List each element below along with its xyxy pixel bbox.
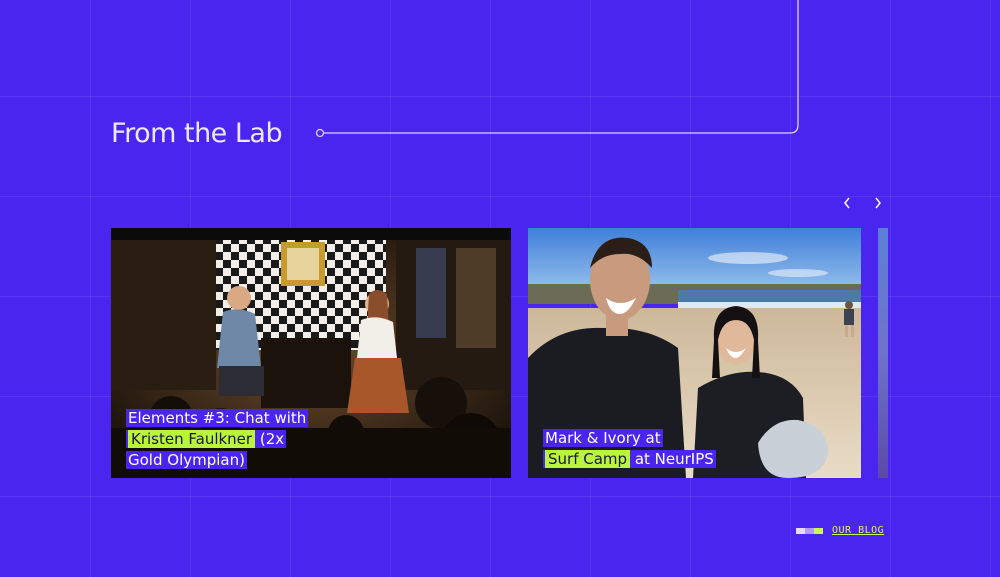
- our-blog-link[interactable]: OUR BLOG: [796, 525, 884, 536]
- our-blog-label: OUR BLOG: [832, 525, 885, 536]
- section-title: From the Lab: [111, 118, 283, 149]
- chevron-right-icon: [875, 197, 881, 209]
- card-caption: Elements #3: Chat with Kristen Faulkner …: [126, 408, 309, 471]
- blog-card-surf-camp[interactable]: Mark & Ivory at Surf Camp at NeurIPS: [528, 228, 861, 478]
- blog-card-elements-3[interactable]: Elements #3: Chat with Kristen Faulkner …: [111, 228, 511, 478]
- caption-highlight: Surf Camp: [545, 450, 631, 468]
- blog-card-partial[interactable]: [878, 228, 888, 478]
- carousel-prev-button[interactable]: [837, 193, 857, 213]
- card-caption: Mark & Ivory at Surf Camp at NeurIPS: [543, 428, 716, 470]
- caption-highlight: Kristen Faulkner: [128, 430, 256, 448]
- caption-line: Kristen Faulkner (2x: [126, 430, 287, 448]
- chevron-left-icon: [844, 197, 850, 209]
- caption-line: Surf Camp at NeurIPS: [543, 450, 716, 468]
- caption-line: Gold Olympian): [126, 451, 247, 469]
- caption-line: Mark & Ivory at: [543, 429, 663, 447]
- carousel-next-button[interactable]: [868, 193, 888, 213]
- caption-line: Elements #3: Chat with: [126, 409, 309, 427]
- blog-bars-icon: [796, 527, 823, 534]
